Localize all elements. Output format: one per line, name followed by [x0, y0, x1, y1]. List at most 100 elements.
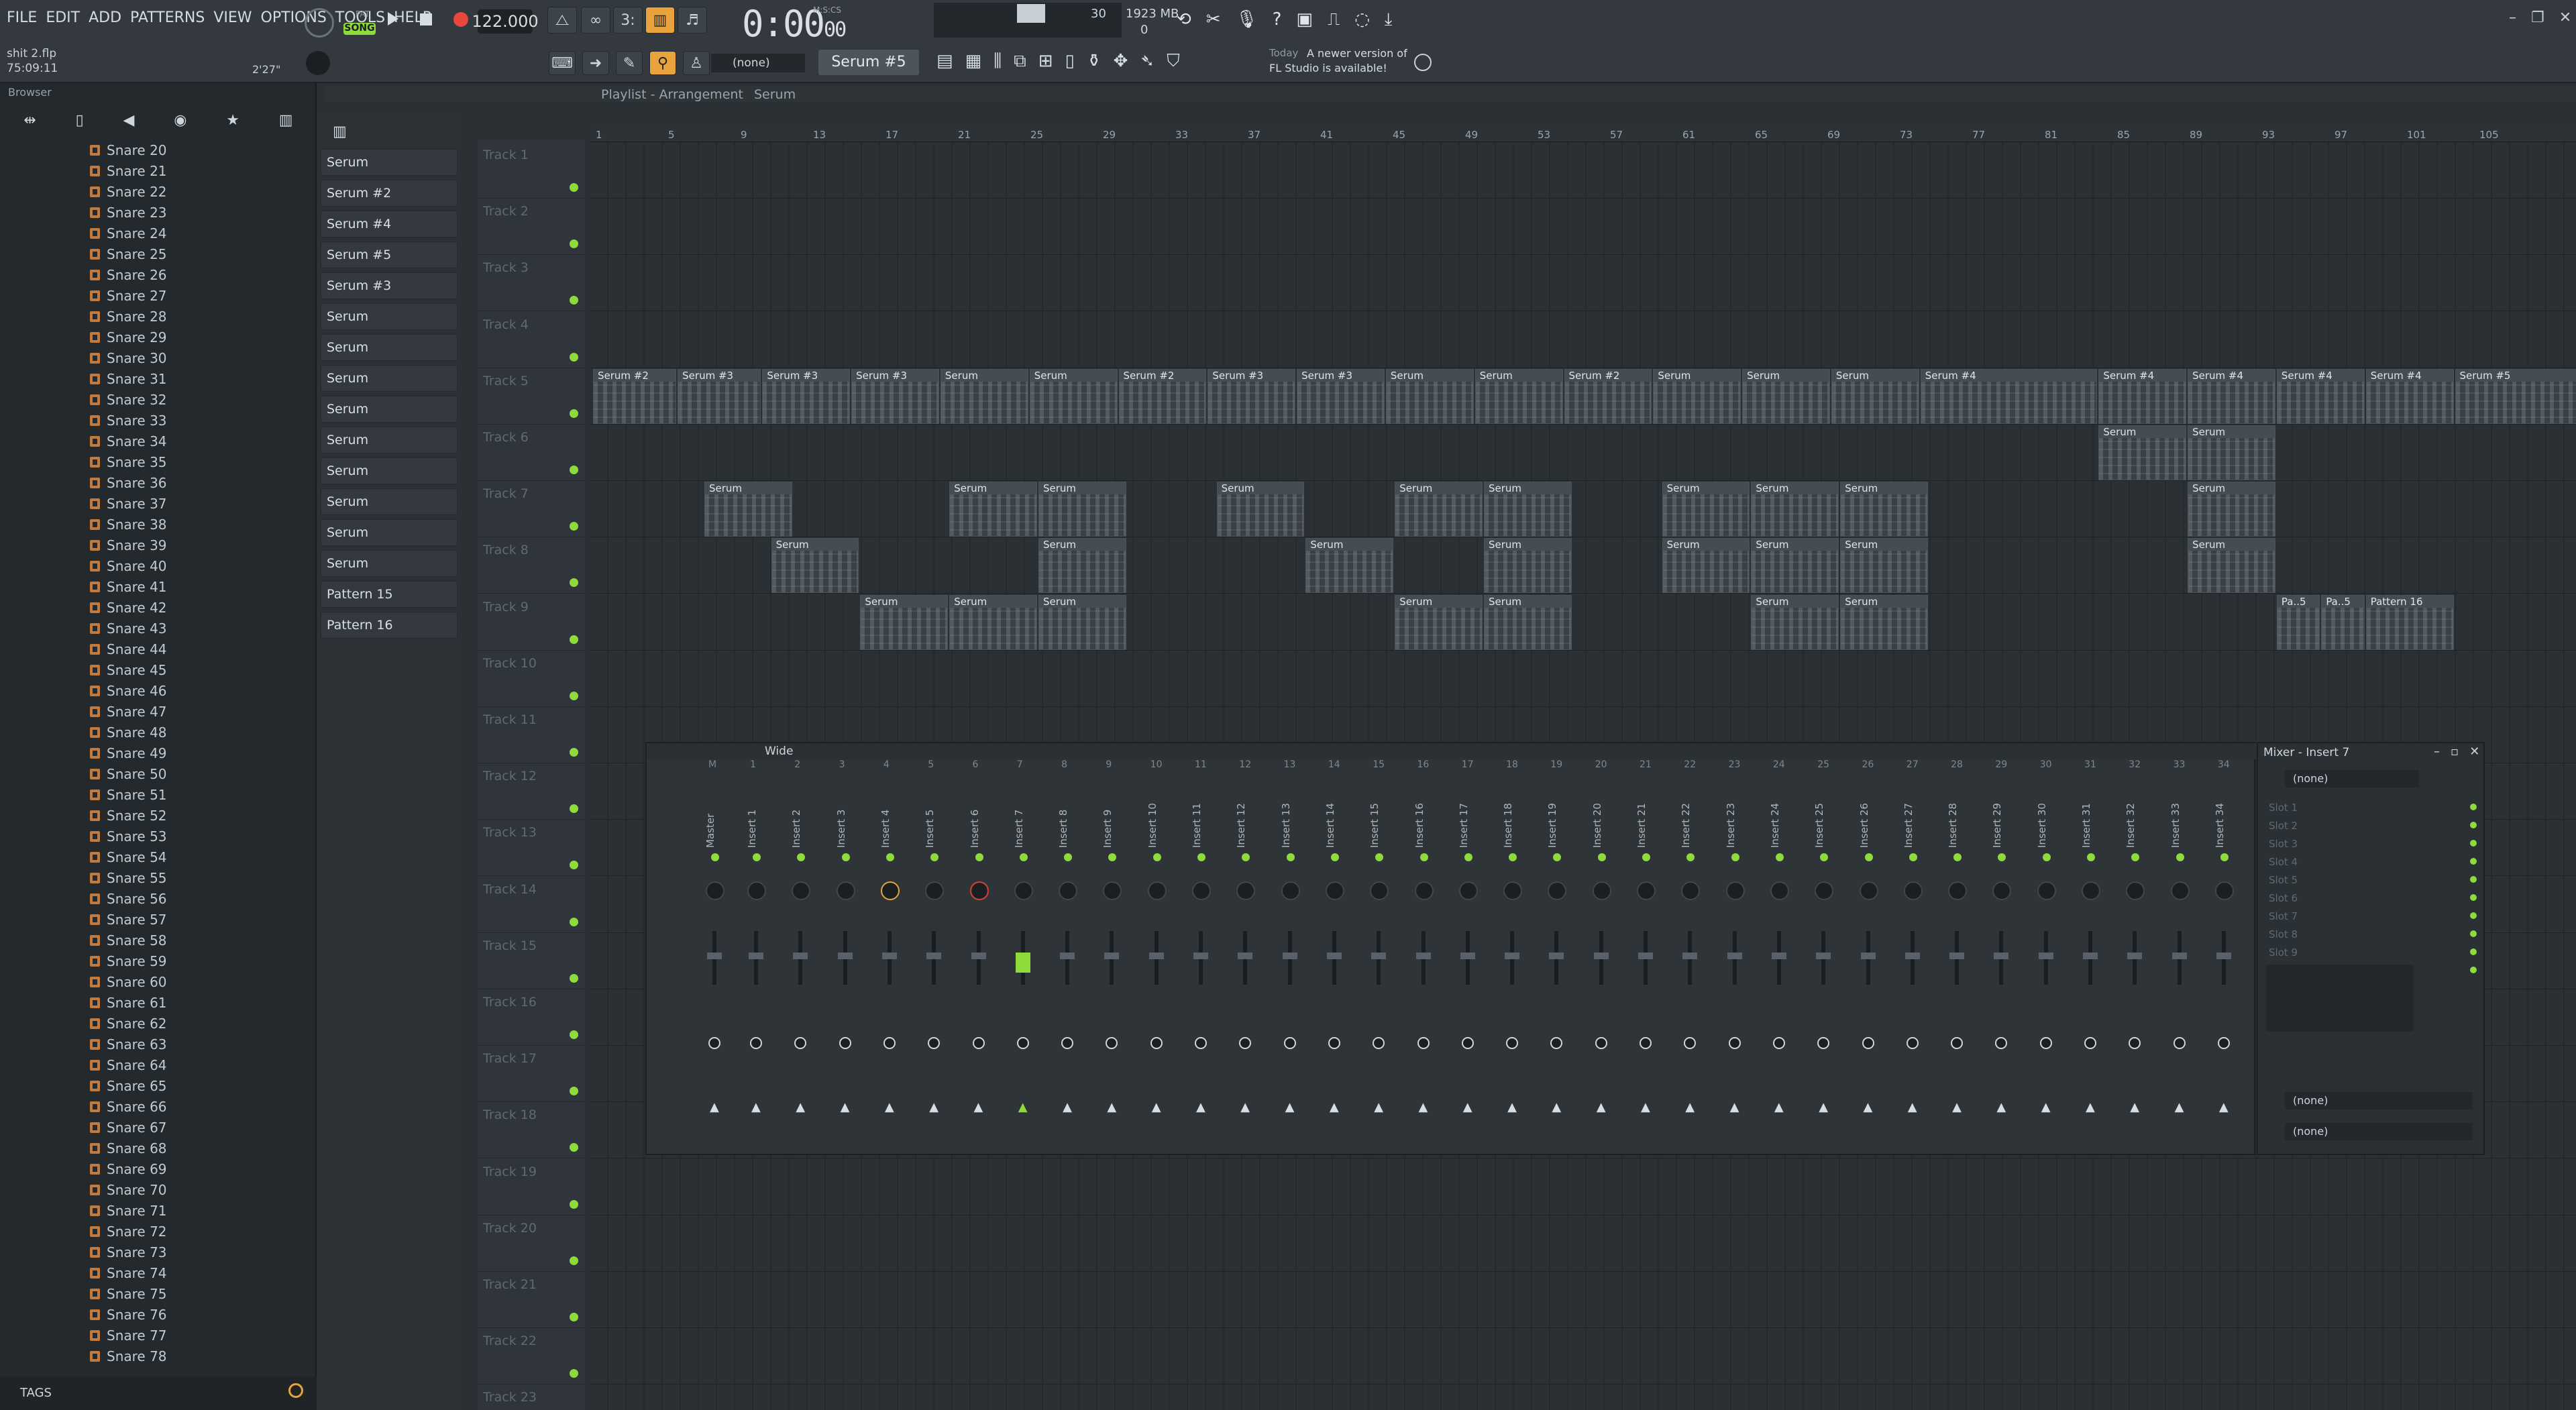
browser-item[interactable]: Snare 47	[90, 701, 167, 722]
pattern-clip[interactable]: Serum #4	[2188, 368, 2275, 424]
plugin-picker-icon[interactable]: ⚱	[1087, 51, 1102, 72]
track-lane[interactable]	[590, 481, 2576, 538]
pan-knob[interactable]	[1815, 881, 1834, 900]
channel-6[interactable]: Serum	[321, 303, 458, 330]
strip-enable-dot[interactable]	[1108, 853, 1117, 861]
mixer-strip-25[interactable]: 25 Insert 25 ▲	[1803, 759, 1844, 1147]
browser-item[interactable]: Snare 55	[90, 867, 167, 888]
pan-knob[interactable]	[1325, 881, 1344, 900]
output-select[interactable]: (none)	[2285, 1123, 2473, 1140]
pan-knob[interactable]	[1414, 881, 1434, 900]
mixer-strip-27[interactable]: 27 Insert 27 ▲	[1892, 759, 1933, 1147]
draw-icon[interactable]: ✎	[616, 51, 643, 75]
send-arrow-icon[interactable]: ▲	[710, 1100, 719, 1114]
strip-enable-dot[interactable]	[1553, 853, 1562, 861]
pan-knob[interactable]	[1903, 881, 1923, 900]
fader-cap[interactable]	[1460, 953, 1475, 959]
browser-item[interactable]: Snare 63	[90, 1034, 167, 1054]
send-arrow-icon[interactable]: ▲	[1685, 1100, 1695, 1114]
pattern-clip[interactable]: Serum	[1038, 594, 1126, 650]
browser-item[interactable]: Snare 58	[90, 930, 167, 951]
pattern-clip[interactable]: Serum	[949, 482, 1037, 537]
browser-item[interactable]: Snare 20	[90, 140, 167, 160]
strip-enable-dot[interactable]	[1864, 853, 1873, 861]
browser-item[interactable]: Snare 76	[90, 1304, 167, 1325]
fader-cap[interactable]	[1771, 953, 1786, 959]
browser-item[interactable]: Snare 77	[90, 1325, 167, 1346]
fader-cap[interactable]	[707, 953, 722, 959]
strip-enable-dot[interactable]	[1731, 853, 1739, 861]
slot-enable-dot[interactable]	[2470, 840, 2477, 847]
send-arrow-icon[interactable]: ▲	[1552, 1100, 1561, 1114]
pan-knob[interactable]	[1992, 881, 2012, 900]
timeline-ruler[interactable]: 1 5 9 13 17 21 25 29 33 37 41 45 49 53 57 61 65 69 73 77 81 8…	[590, 127, 2576, 142]
save-icon[interactable]: ▣	[1296, 9, 1313, 30]
pattern-clip[interactable]: Serum	[1840, 594, 1928, 650]
browser-item[interactable]: Snare 74	[90, 1262, 167, 1283]
pan-knob[interactable]	[1592, 881, 1611, 900]
track-header[interactable]: Track 9	[478, 594, 585, 651]
strip-enable-dot[interactable]	[753, 853, 761, 861]
track-header[interactable]: Track 18	[478, 1102, 585, 1159]
pattern-clip[interactable]: Serum	[1484, 594, 1572, 650]
mixer-strip-2[interactable]: 2 Insert 2 ▲	[780, 759, 821, 1147]
browser-item[interactable]: Snare 21	[90, 160, 167, 181]
fader-cap[interactable]	[1371, 953, 1387, 959]
fader-cap[interactable]	[1638, 953, 1653, 959]
browser-item[interactable]: Snare 30	[90, 347, 167, 368]
undo-icon[interactable]: ⟲	[1177, 9, 1191, 30]
channel-8[interactable]: Serum	[321, 365, 458, 392]
track-header[interactable]: Track 10	[478, 651, 585, 707]
pan-knob[interactable]	[1548, 881, 1567, 900]
fader-cap[interactable]	[2083, 953, 2098, 959]
pattern-clip[interactable]: Serum #3	[851, 368, 939, 424]
track-enable-dot[interactable]	[570, 1199, 578, 1209]
route-knob[interactable]	[1283, 1037, 1296, 1049]
pattern-clip[interactable]: Serum	[860, 594, 949, 650]
browser-icon[interactable]: ▯	[1065, 51, 1075, 72]
strip-enable-dot[interactable]	[2176, 853, 2184, 861]
tempo-display[interactable]: 122.000	[472, 9, 539, 34]
globe-icon[interactable]	[1414, 54, 1432, 71]
mixer-strip-26[interactable]: 26 Insert 26 ▲	[1847, 759, 1889, 1147]
strip-enable-dot[interactable]	[1419, 853, 1428, 861]
pattern-clip[interactable]: Serum	[1395, 594, 1483, 650]
browser-item[interactable]: Snare 42	[90, 597, 167, 618]
pattern-clip[interactable]: Pa..5	[2321, 594, 2365, 650]
pattern-clip[interactable]: Serum	[1751, 538, 1839, 594]
channel-11[interactable]: Serum	[321, 457, 458, 484]
track-enable-dot[interactable]	[570, 804, 578, 814]
channel-2[interactable]: Serum #2	[321, 180, 458, 207]
track-enable-dot[interactable]	[570, 239, 578, 249]
send-arrow-icon[interactable]: ▲	[1374, 1100, 1383, 1114]
fader-cap[interactable]	[1238, 953, 1253, 959]
send-arrow-icon[interactable]: ▲	[1330, 1100, 1339, 1114]
fader-cap[interactable]	[1015, 953, 1030, 973]
track-header[interactable]: Track 15	[478, 933, 585, 989]
browser-item[interactable]: Snare 38	[90, 514, 167, 535]
news-line1[interactable]: A newer version of	[1307, 47, 1407, 60]
plugin-icon[interactable]: ⊞	[1038, 51, 1053, 72]
track-header[interactable]: Track 8	[478, 537, 585, 594]
pan-knob[interactable]	[2037, 881, 2056, 900]
pan-knob[interactable]	[706, 881, 724, 900]
search-icon[interactable]	[288, 1383, 303, 1398]
track-lane[interactable]	[590, 142, 2576, 199]
route-knob[interactable]	[1550, 1037, 1563, 1049]
wait-input-icon[interactable]: ∞	[581, 7, 610, 34]
restore-icon[interactable]: ❐	[2531, 9, 2544, 26]
pattern-selector[interactable]: Serum #5	[818, 50, 919, 75]
send-arrow-icon[interactable]: ▲	[1507, 1100, 1517, 1114]
strip-enable-dot[interactable]	[1775, 853, 1784, 861]
cut-icon[interactable]: ✂	[1206, 9, 1221, 30]
pan-knob[interactable]	[836, 881, 855, 900]
piano-icon[interactable]: ▥	[333, 123, 347, 140]
stamp-icon[interactable]: ♙	[683, 51, 710, 75]
menu-item-file[interactable]: FILE	[7, 9, 37, 26]
slot-enable-dot[interactable]	[2470, 876, 2477, 883]
route-knob[interactable]	[1239, 1037, 1252, 1049]
fx-slot[interactable]: Slot 9	[2269, 944, 2477, 961]
strip-enable-dot[interactable]	[885, 853, 894, 861]
pattern-clip[interactable]: Serum	[940, 368, 1028, 424]
track-lane[interactable]	[590, 1328, 2576, 1385]
